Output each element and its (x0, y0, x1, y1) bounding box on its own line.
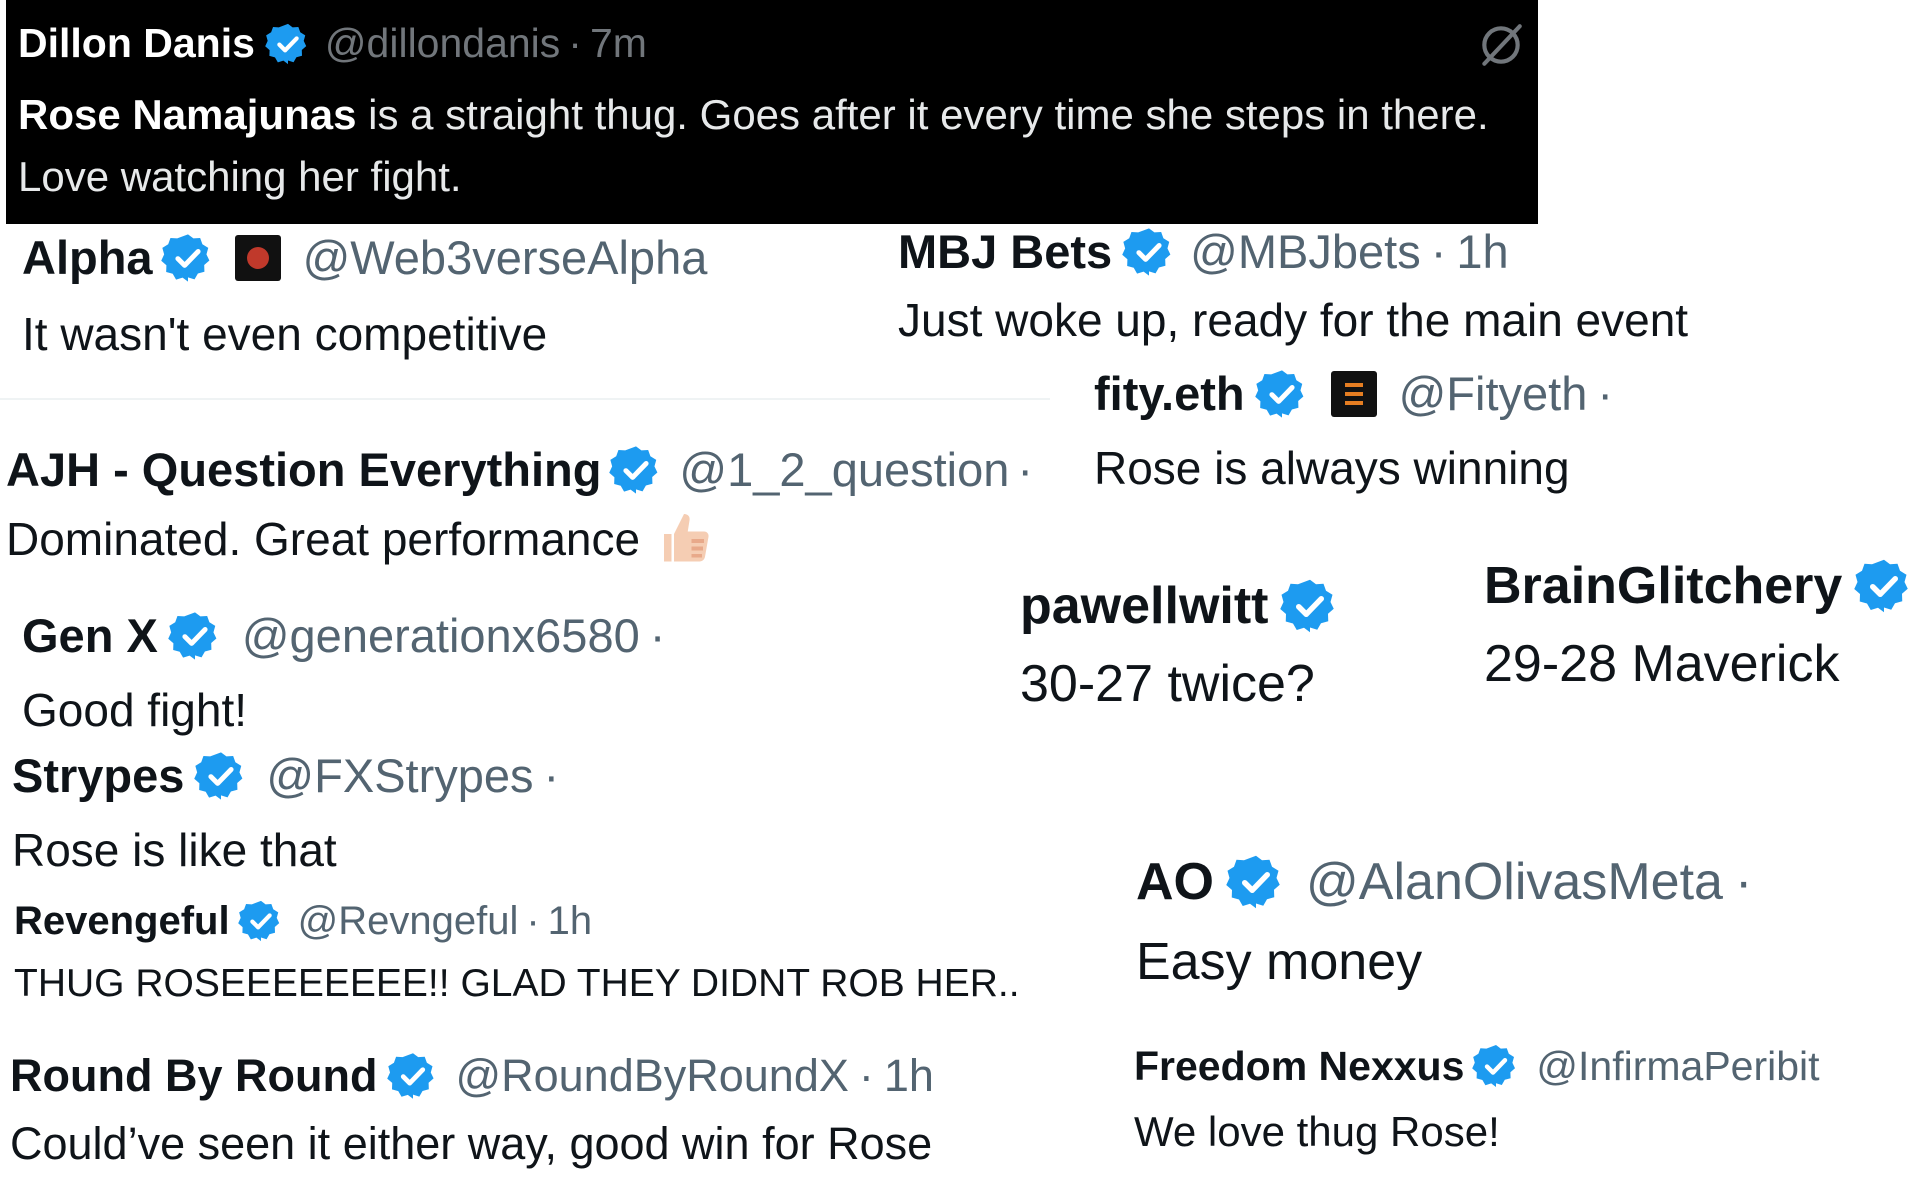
author-name[interactable]: Gen X (22, 608, 158, 663)
author-name[interactable]: MBJ Bets (898, 224, 1112, 279)
grok-icon[interactable] (1476, 20, 1526, 70)
author-name[interactable]: Freedom Nexxus (1134, 1043, 1464, 1090)
verified-badge-icon (168, 611, 217, 660)
tweet-ajh-question-everything[interactable]: AJH - Question Everything @1_2_question … (6, 442, 1033, 569)
tweet-alpha[interactable]: Alpha @Web3verseAlpha It wasn't even com… (22, 230, 707, 361)
separator-dot: · (1430, 225, 1447, 278)
thumbs-up-icon (664, 514, 709, 562)
separator-dot: · (649, 609, 666, 662)
tweet-text: Easy money (1136, 933, 1423, 991)
author-handle[interactable]: @1_2_question (679, 442, 1009, 497)
tweet-fity-eth[interactable]: fity.eth @Fityeth · Rose is always winni… (1094, 366, 1613, 495)
author-handle[interactable]: @RoundByRoundX (455, 1050, 848, 1102)
tweet-freedom-nexxus[interactable]: Freedom Nexxus @InfirmaPeribit We love t… (1134, 1042, 1820, 1156)
author-handle[interactable]: @Web3verseAlpha (303, 230, 708, 285)
author-name[interactable]: AO (1136, 852, 1214, 912)
verified-badge-icon (265, 23, 307, 64)
tweet-gen-x[interactable]: Gen X @generationx6580 · Good fight! (22, 608, 665, 737)
separator-dot: · (1597, 367, 1613, 420)
divider (0, 398, 1050, 400)
verified-badge-icon (1122, 227, 1171, 276)
tweet-text: THUG ROSEEEEEEEE!! GLAD THEY DIDNT ROB H… (14, 962, 1020, 1005)
verified-badge-icon (1854, 559, 1909, 613)
author-handle[interactable]: @dillondanis (325, 20, 560, 67)
tweet-brainglitchery[interactable]: BrainGlitchery 29-28 Maverick (1484, 556, 1914, 694)
tweet-mbj-bets[interactable]: MBJ Bets @MBJbets · 1h Just woke up, rea… (898, 224, 1688, 347)
tweet-text: We love thug Rose! (1134, 1108, 1500, 1155)
author-name[interactable]: AJH - Question Everything (6, 442, 601, 497)
verified-badge-icon (160, 233, 209, 282)
author-handle[interactable]: @Fityeth (1399, 366, 1588, 421)
tweet-pawellwitt[interactable]: pawellwitt 30-27 twice? (1020, 576, 1340, 714)
tweet-strypes[interactable]: Strypes @FXStrypes · Rose is like that (12, 748, 559, 877)
timestamp[interactable]: 7m (590, 20, 647, 67)
mentioned-name[interactable]: Rose Namajunas (18, 91, 356, 138)
author-handle[interactable]: @generationx6580 (242, 608, 640, 663)
tweet-text: It wasn't even competitive (22, 308, 548, 360)
verified-badge-icon (1226, 855, 1280, 909)
tweet-text: Rose is like that (12, 824, 337, 876)
verified-badge-icon (609, 445, 658, 494)
tweet-dillon-danis[interactable]: Dillon Danis @dillondanis · 7m Rose Nama… (6, 0, 1538, 224)
tweet-round-by-round[interactable]: Round By Round @RoundByRoundX · 1h Could… (10, 1050, 934, 1170)
author-name[interactable]: fity.eth (1094, 366, 1245, 421)
author-handle[interactable]: @FXStrypes (266, 748, 533, 803)
author-name[interactable]: Alpha (22, 230, 153, 285)
author-name[interactable]: Round By Round (10, 1050, 377, 1102)
author-handle[interactable]: @InfirmaPeribit (1536, 1043, 1819, 1090)
author-handle[interactable]: @MBJbets (1190, 224, 1421, 279)
timestamp[interactable]: 1h (884, 1050, 934, 1102)
verified-badge-icon (387, 1053, 435, 1099)
author-name[interactable]: Revengeful (14, 899, 230, 944)
tweet-text: Rose is always winning (1094, 442, 1570, 494)
separator-dot: · (526, 898, 540, 943)
separator-dot: · (568, 20, 582, 66)
verified-badge-icon (237, 900, 279, 942)
author-name[interactable]: pawellwitt (1020, 576, 1268, 636)
separator-dot: · (543, 749, 560, 802)
author-name[interactable]: BrainGlitchery (1484, 556, 1842, 616)
tweet-text: Just woke up, ready for the main event (898, 294, 1689, 346)
verified-badge-icon (194, 751, 243, 800)
separator-dot: · (1734, 853, 1753, 911)
tweet-text: 30-27 twice? (1020, 655, 1315, 713)
tweet-text: Good fight! (22, 684, 248, 736)
verified-badge-icon (1254, 369, 1303, 418)
timestamp[interactable]: 1h (1456, 224, 1508, 279)
author-name[interactable]: Dillon Danis (18, 20, 255, 67)
affiliate-avatar-icon[interactable] (234, 234, 281, 281)
separator-dot: · (858, 1050, 874, 1101)
timestamp[interactable]: 1h (548, 899, 593, 944)
tweet-ao[interactable]: AO @AlanOlivasMeta · Easy money (1136, 852, 1752, 992)
separator-dot: · (1017, 443, 1034, 496)
tweet-text: Dominated. Great performance (6, 513, 641, 565)
author-handle[interactable]: @AlanOlivasMeta (1306, 852, 1723, 912)
verified-badge-icon (1472, 1045, 1516, 1087)
tweet-revengeful[interactable]: Revengeful @Revngeful · 1h THUG ROSEEEEE… (14, 898, 1020, 1006)
author-name[interactable]: Strypes (12, 748, 184, 803)
affiliate-avatar-icon[interactable] (1330, 370, 1377, 417)
verified-badge-icon (1280, 579, 1335, 633)
tweet-text: 29-28 Maverick (1484, 635, 1840, 693)
tweet-text: Could’ve seen it either way, good win fo… (10, 1118, 933, 1169)
author-handle[interactable]: @Revngeful (298, 899, 519, 944)
